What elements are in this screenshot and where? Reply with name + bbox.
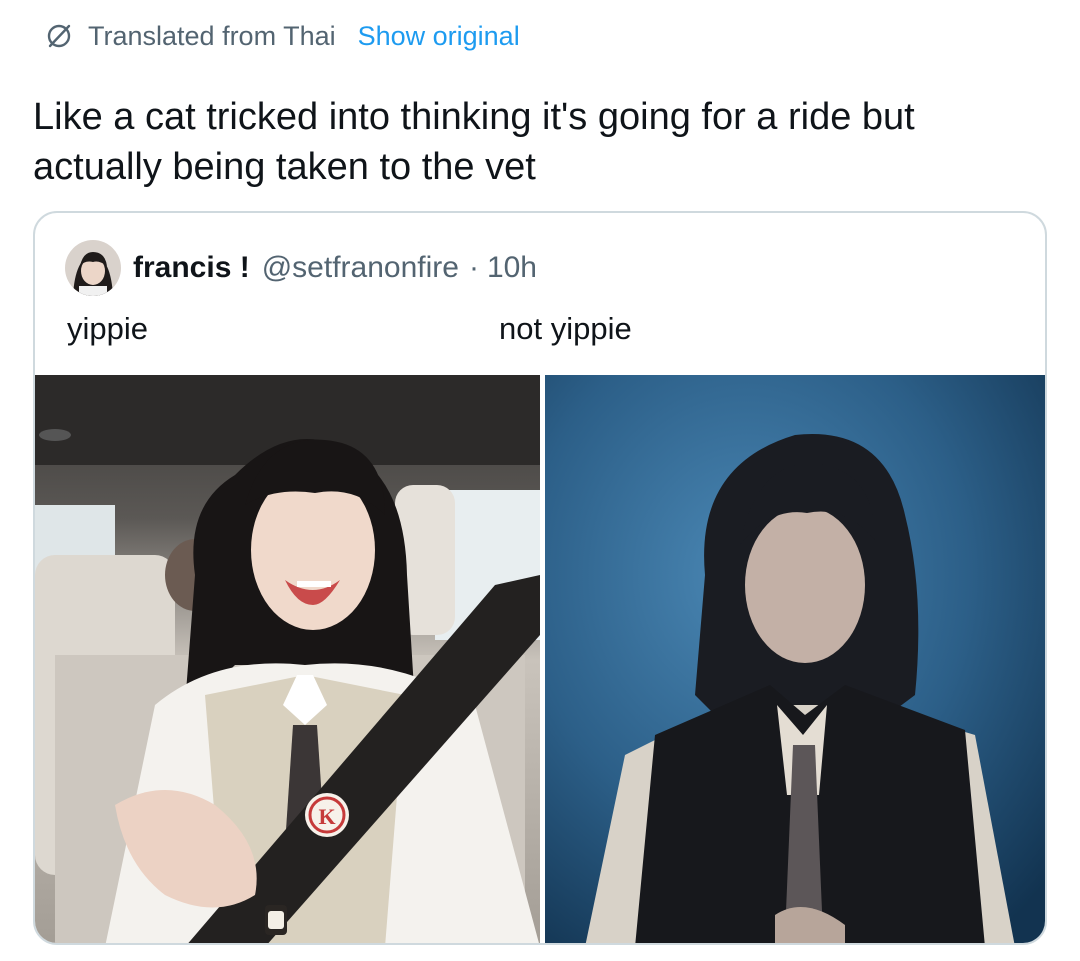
avatar[interactable] — [65, 240, 121, 296]
photo-car-smiling[interactable]: K — [35, 375, 540, 943]
quoted-author-name[interactable]: francis ! — [133, 251, 250, 285]
quoted-author-handle[interactable]: @setfranonfire — [262, 251, 459, 285]
photo-blue-room[interactable] — [545, 375, 1045, 943]
show-original-link[interactable]: Show original — [358, 21, 520, 52]
badge-letter: K — [318, 804, 335, 829]
caption-left: yippie — [67, 311, 148, 346]
quoted-tweet-card[interactable]: francis ! @setfranonfire · 10h yippie no… — [33, 211, 1047, 945]
translation-row: Translated from Thai Show original — [44, 18, 520, 54]
caption-right: not yippie — [499, 311, 632, 346]
translation-label: Translated from Thai — [88, 20, 336, 51]
tweet-page: Translated from Thai Show original Like … — [0, 0, 1080, 961]
separator-dot: · — [468, 251, 479, 284]
tweet-text: Like a cat tricked into thinking it's go… — [33, 96, 915, 188]
quoted-timestamp[interactable]: 10h — [487, 251, 537, 285]
globe-strike-icon — [44, 21, 74, 51]
quoted-tweet-header: francis ! @setfranonfire · 10h — [65, 240, 537, 296]
